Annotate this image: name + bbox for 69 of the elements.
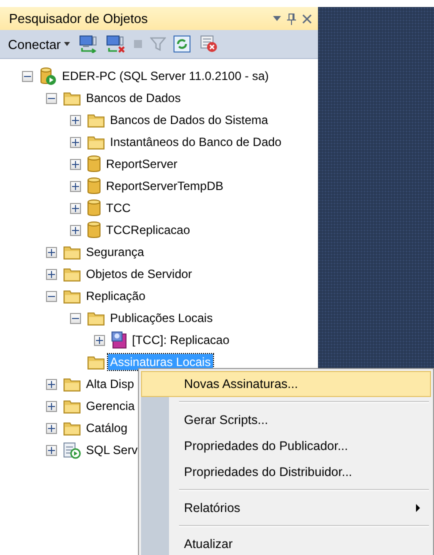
expand-toggle[interactable] bbox=[70, 180, 81, 192]
collapse-toggle[interactable] bbox=[70, 312, 81, 324]
pin-icon[interactable] bbox=[287, 12, 296, 24]
tree-item[interactable]: TCC bbox=[104, 200, 133, 216]
folder-icon bbox=[63, 398, 81, 414]
refresh-icon[interactable] bbox=[172, 35, 191, 53]
folder-icon bbox=[87, 310, 105, 326]
disconnect-icon[interactable] bbox=[106, 35, 126, 53]
folder-icon bbox=[63, 90, 81, 106]
folder-icon bbox=[63, 376, 81, 392]
menu-item[interactable]: Gerar Scripts... bbox=[141, 407, 431, 433]
submenu-arrow-icon bbox=[416, 504, 420, 512]
tree-item[interactable]: TCCReplicacao bbox=[104, 222, 192, 238]
tree-item[interactable]: Objetos de Servidor bbox=[84, 266, 194, 282]
expand-toggle[interactable] bbox=[46, 268, 57, 280]
server-icon bbox=[39, 67, 57, 85]
folder-icon bbox=[63, 266, 81, 282]
connect-icon[interactable] bbox=[78, 35, 99, 53]
tree-item[interactable]: Gerencia bbox=[84, 398, 137, 414]
database-icon bbox=[87, 177, 101, 195]
menu-item[interactable]: Novas Assinaturas... bbox=[141, 371, 431, 397]
tree-item[interactable]: Bancos de Dados do Sistema bbox=[108, 112, 270, 128]
expand-toggle[interactable] bbox=[70, 202, 81, 214]
database-icon bbox=[87, 221, 101, 239]
folder-icon bbox=[87, 354, 105, 370]
expand-toggle[interactable] bbox=[46, 246, 57, 258]
tree-item[interactable]: Replicação bbox=[84, 288, 148, 304]
dropdown-icon[interactable] bbox=[273, 16, 281, 21]
close-icon[interactable] bbox=[302, 14, 312, 24]
caret-icon bbox=[64, 42, 70, 46]
script-icon[interactable] bbox=[198, 35, 218, 53]
expand-toggle[interactable] bbox=[70, 224, 81, 236]
tree-item[interactable]: ReportServerTempDB bbox=[104, 178, 226, 194]
tree-item[interactable]: EDER-PC (SQL Server 11.0.2100 - sa) bbox=[60, 68, 271, 84]
tree-item[interactable]: Bancos de Dados bbox=[84, 90, 183, 106]
database-icon bbox=[87, 155, 101, 173]
tree-item[interactable]: Alta Disp bbox=[84, 376, 136, 392]
folder-icon bbox=[87, 134, 105, 150]
tree-item[interactable]: Instantâneos do Banco de Dado bbox=[108, 134, 284, 150]
expand-toggle[interactable] bbox=[70, 158, 81, 170]
menu-item[interactable]: Atualizar bbox=[141, 531, 431, 555]
expand-toggle[interactable] bbox=[46, 422, 57, 434]
expand-toggle[interactable] bbox=[70, 136, 81, 148]
tree-item[interactable]: Catálog bbox=[84, 420, 130, 436]
database-icon bbox=[87, 199, 101, 217]
expand-toggle[interactable] bbox=[46, 400, 57, 412]
collapse-toggle[interactable] bbox=[46, 290, 57, 302]
folder-icon bbox=[63, 244, 81, 260]
panel-title: Pesquisador de Objetos bbox=[9, 11, 149, 26]
folder-icon bbox=[87, 112, 105, 128]
expand-toggle[interactable] bbox=[94, 334, 105, 346]
tree-item[interactable]: [TCC]: Replicacao bbox=[130, 332, 232, 348]
expand-toggle[interactable] bbox=[70, 114, 81, 126]
tree-item[interactable]: ReportServer bbox=[104, 156, 180, 172]
tree-item[interactable]: Publicações Locais bbox=[108, 310, 215, 326]
menu-item[interactable]: Propriedades do Distribuidor... bbox=[141, 459, 431, 485]
menu-item[interactable]: Propriedades do Publicador... bbox=[141, 433, 431, 459]
folder-icon bbox=[63, 288, 81, 304]
agent-icon bbox=[63, 441, 81, 459]
collapse-toggle[interactable] bbox=[46, 92, 57, 104]
expand-toggle[interactable] bbox=[46, 378, 57, 390]
menu-item[interactable]: Relatórios bbox=[141, 495, 431, 521]
expand-toggle[interactable] bbox=[46, 444, 57, 456]
tree-item[interactable]: Segurança bbox=[84, 244, 146, 260]
publication-icon bbox=[111, 331, 127, 349]
collapse-toggle[interactable] bbox=[22, 70, 33, 82]
connect-button[interactable]: Conectar bbox=[6, 36, 72, 52]
folder-icon bbox=[63, 420, 81, 436]
tree-item[interactable]: SQL Serv bbox=[84, 442, 140, 458]
